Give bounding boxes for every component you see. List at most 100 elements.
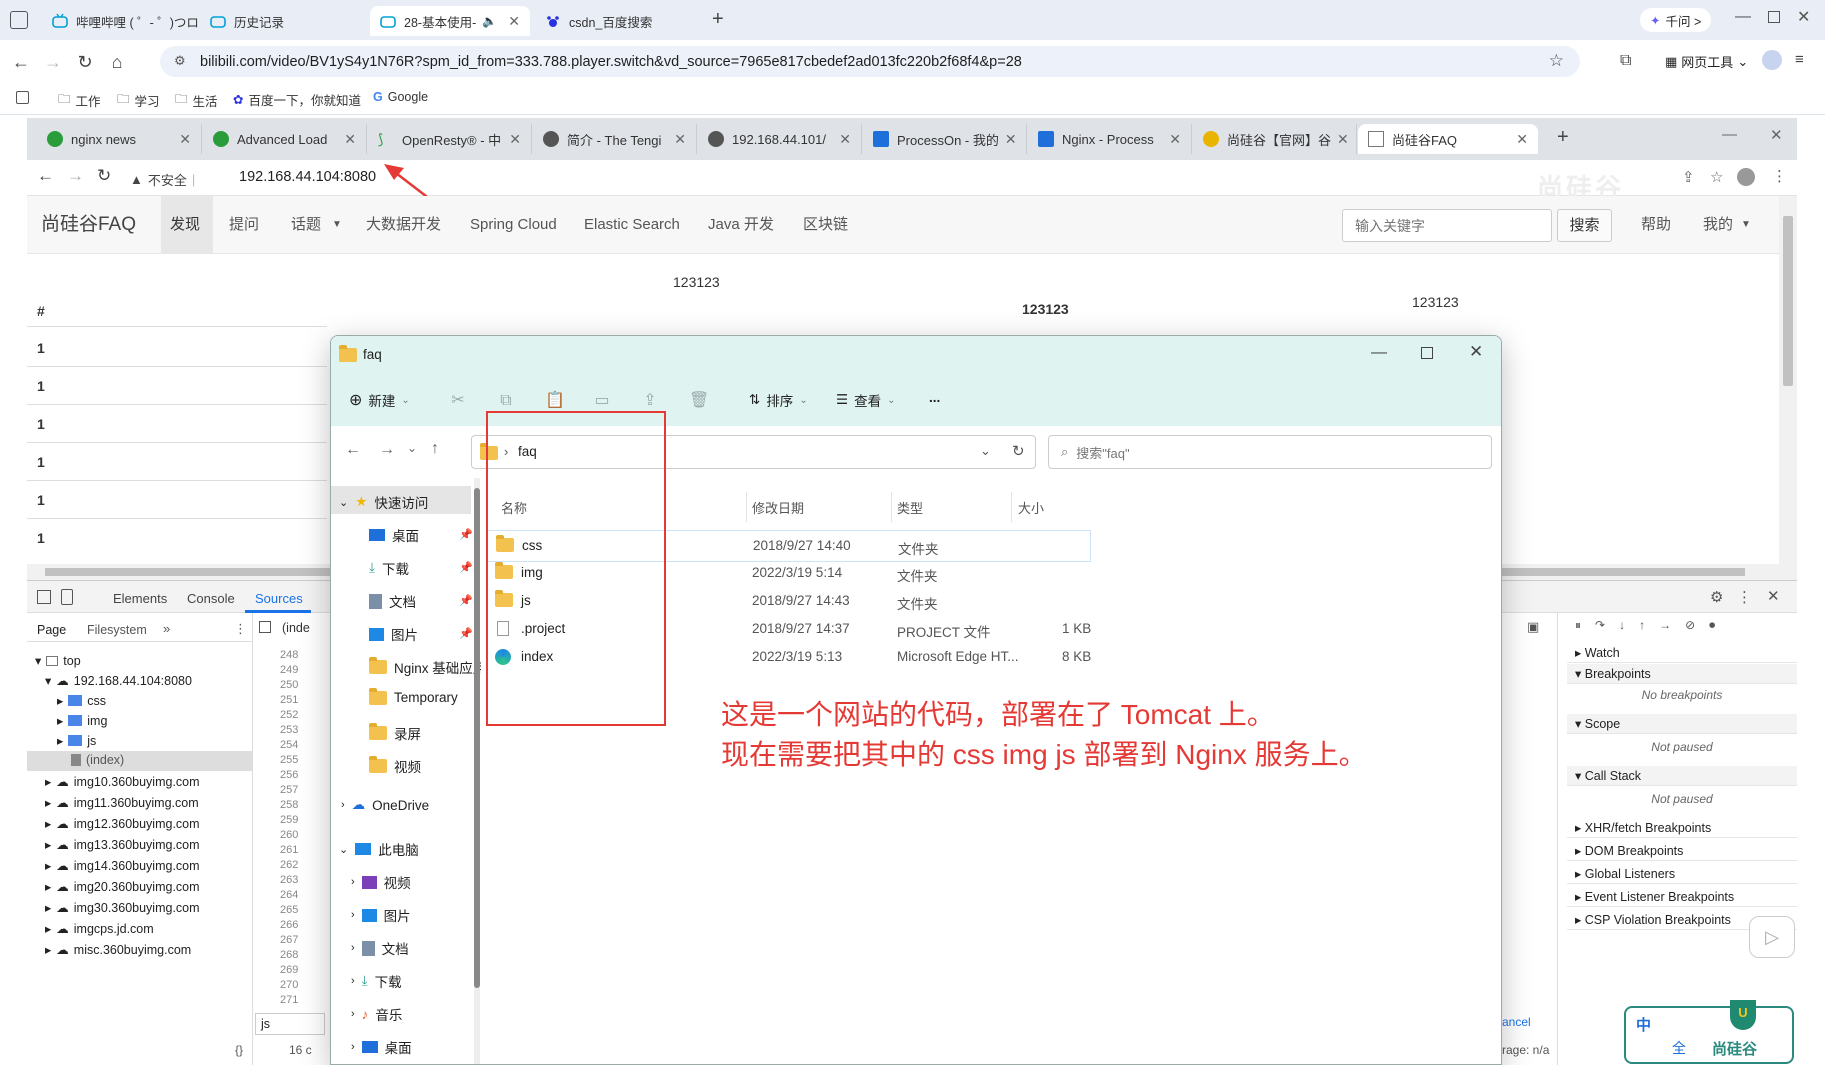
home-button[interactable]: ⌂: [106, 51, 128, 73]
bookmark-google[interactable]: G Google: [373, 90, 428, 104]
toggle-debugger-icon[interactable]: ▣: [1527, 619, 1539, 635]
up-button[interactable]: ↑: [431, 440, 439, 458]
file-row-index[interactable]: index 2022/3/19 5:13 Microsoft Edge HT..…: [487, 642, 1287, 674]
close-icon[interactable]: ✕: [338, 131, 356, 148]
close-icon[interactable]: ✕: [1331, 131, 1349, 148]
minimize-button[interactable]: —: [1735, 8, 1751, 26]
maximize-button[interactable]: [1768, 11, 1780, 23]
share-icon[interactable]: ⇪: [641, 392, 659, 410]
close-icon[interactable]: ✕: [1510, 131, 1528, 148]
section-event[interactable]: ▸ Event Listener Breakpoints: [1567, 887, 1797, 907]
profile-avatar[interactable]: [1762, 50, 1782, 70]
more-button[interactable]: ...: [929, 390, 940, 405]
deactivate-breakpoints-icon[interactable]: ⊘: [1685, 618, 1695, 633]
inner-tab-openresty[interactable]: ⟆ OpenResty® - 中 ✕: [368, 124, 532, 154]
tree-item-domain[interactable]: ▸ ☁ misc.360buyimg.com: [45, 942, 191, 958]
web-tools-button[interactable]: ▦ 网页工具 ⌄: [1665, 52, 1748, 71]
view-button[interactable]: ☰ 查看 ⌄: [836, 390, 896, 410]
back-button[interactable]: ←: [345, 441, 361, 459]
side-desktop[interactable]: 桌面: [369, 525, 419, 545]
sort-button[interactable]: ⇅ 排序 ⌄: [749, 390, 808, 410]
recent-dropdown[interactable]: ⌄: [407, 441, 417, 455]
column-size[interactable]: 大小: [1018, 498, 1044, 517]
ime-toolbar[interactable]: 中 全 尚硅谷 U: [1624, 1000, 1794, 1064]
window-close-button[interactable]: ✕: [1770, 126, 1783, 144]
delete-icon[interactable]: 🗑: [689, 392, 709, 410]
tree-item-domain[interactable]: ▸ ☁ img30.360buyimg.com: [45, 900, 200, 916]
inner-tab-nginx-news[interactable]: nginx news ✕: [37, 124, 202, 154]
forward-button[interactable]: →: [379, 441, 395, 459]
bookmark-work[interactable]: 🗀 工作: [58, 90, 101, 111]
window-close-button[interactable]: ✕: [1797, 7, 1810, 27]
qianwen-button[interactable]: ✦ 千问 >: [1640, 8, 1712, 32]
rename-icon[interactable]: ▭: [593, 392, 611, 410]
copy-icon[interactable]: ⧉: [497, 392, 515, 410]
step-out-icon[interactable]: ↑: [1639, 618, 1645, 633]
side-pc-documents[interactable]: › 文档: [351, 938, 409, 958]
nav-discover[interactable]: 发现: [170, 196, 200, 254]
site-search-button[interactable]: 搜索: [1557, 209, 1612, 242]
sources-tab-filesystem[interactable]: Filesystem: [87, 623, 147, 637]
inner-tab-atguigu[interactable]: 尚硅谷【官网】谷 ✕: [1193, 124, 1357, 154]
site-brand[interactable]: 尚硅谷FAQ: [41, 196, 136, 254]
step-icon[interactable]: →: [1659, 618, 1671, 633]
close-icon[interactable]: ✕: [173, 131, 191, 148]
paste-icon[interactable]: 📋: [545, 392, 565, 410]
bookmark-life[interactable]: 🗀 生活: [175, 90, 218, 111]
minimize-button[interactable]: —: [1722, 126, 1737, 143]
pause-icon[interactable]: ⏸: [1575, 618, 1581, 633]
more-tabs-icon[interactable]: »: [163, 621, 170, 636]
close-icon[interactable]: ✕: [833, 131, 851, 148]
tree-item-img[interactable]: ▸ img: [57, 713, 107, 729]
device-toolbar-icon[interactable]: [61, 589, 73, 605]
nav-topics[interactable]: 话题: [291, 196, 321, 254]
side-pc-desktop[interactable]: › 桌面: [351, 1037, 412, 1057]
side-pc-music[interactable]: › ♪ 音乐: [351, 1004, 402, 1024]
tree-item-domain[interactable]: ▸ ☁ img13.360buyimg.com: [45, 837, 200, 853]
column-type[interactable]: 类型: [897, 498, 923, 517]
sources-search-input[interactable]: js: [255, 1013, 325, 1035]
pause-exceptions-icon[interactable]: ⏺: [1709, 618, 1715, 633]
tree-item-domain[interactable]: ▸ ☁ img14.360buyimg.com: [45, 858, 200, 874]
share-icon[interactable]: ⇪: [1682, 168, 1695, 186]
inner-address-url[interactable]: 192.168.44.104:8080: [239, 169, 376, 185]
forward-button[interactable]: →: [67, 166, 84, 186]
nav-help[interactable]: 帮助: [1641, 196, 1671, 254]
menu-icon[interactable]: ⋮: [1772, 167, 1787, 185]
outer-tab-csdn[interactable]: csdn_百度搜索: [535, 6, 705, 36]
inner-tab-ip[interactable]: 192.168.44.101/ ✕: [698, 124, 862, 154]
gear-icon[interactable]: ⚙: [1710, 588, 1723, 606]
nav-ask[interactable]: 提问: [229, 196, 259, 254]
site-search-input[interactable]: [1342, 209, 1552, 242]
star-icon[interactable]: ☆: [1710, 168, 1723, 186]
chevron-down-icon[interactable]: ⌄: [980, 443, 991, 459]
more-icon[interactable]: ⋮: [1737, 588, 1752, 606]
side-pictures[interactable]: 图片: [369, 624, 418, 644]
tab-actions-icon[interactable]: [10, 11, 28, 29]
outer-tab-bilibili[interactable]: 哔哩哔哩 ( ゜- ゜)つロ 干杯~: [42, 6, 200, 36]
side-temporary[interactable]: Temporary: [369, 687, 458, 705]
nav-blockchain[interactable]: 区块链: [803, 196, 848, 254]
side-pc-videos[interactable]: › 视频: [351, 872, 411, 892]
page-scrollbar[interactable]: [1779, 196, 1797, 580]
side-pc-downloads[interactable]: › ⤓ 下载: [351, 971, 402, 991]
close-icon[interactable]: ✕: [503, 131, 521, 148]
nav-elastic-search[interactable]: Elastic Search: [584, 196, 680, 254]
step-into-icon[interactable]: ↓: [1619, 618, 1625, 633]
inspect-icon[interactable]: [37, 590, 51, 604]
close-icon[interactable]: ✕: [1163, 131, 1181, 148]
breadcrumb-item[interactable]: faq: [518, 444, 537, 459]
refresh-icon[interactable]: ↻: [1012, 442, 1025, 460]
maximize-button[interactable]: [1421, 347, 1433, 359]
scrollbar-thumb[interactable]: [1783, 216, 1793, 386]
section-watch[interactable]: ▸ Watch: [1567, 643, 1797, 663]
tree-item-domain[interactable]: ▸ ☁ img20.360buyimg.com: [45, 879, 200, 895]
cancel-link[interactable]: ancel: [1502, 1015, 1531, 1029]
section-dom[interactable]: ▸ DOM Breakpoints: [1567, 841, 1797, 861]
devtools-tab-sources[interactable]: Sources: [255, 591, 303, 606]
cut-icon[interactable]: ✂: [449, 392, 467, 410]
side-recordings[interactable]: 录屏: [369, 723, 421, 743]
inner-tab-faq[interactable]: 尚硅谷FAQ ✕: [1358, 124, 1538, 154]
tree-item-domain[interactable]: ▸ ☁ imgcps.jd.com: [45, 921, 154, 937]
column-date[interactable]: 修改日期: [752, 498, 804, 517]
